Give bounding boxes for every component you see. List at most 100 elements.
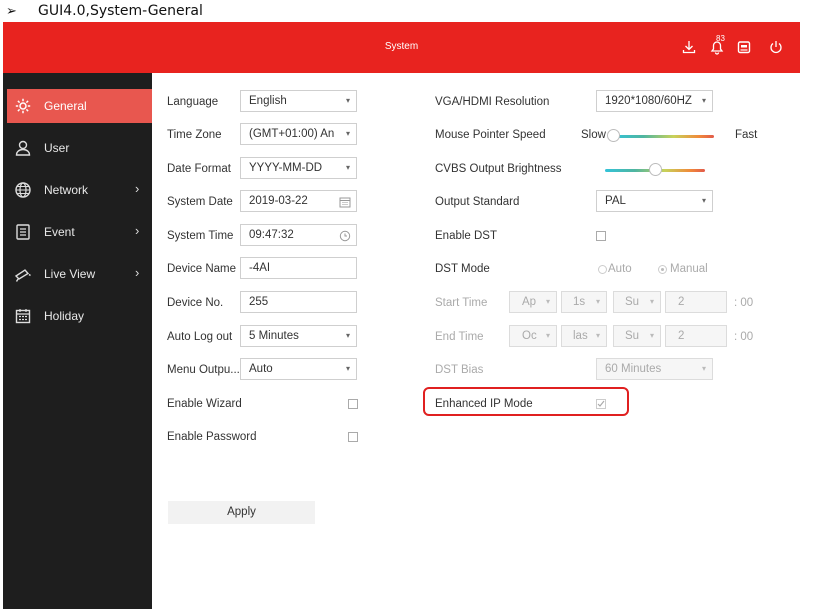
end-day-select[interactable]: Su ▾ bbox=[613, 325, 661, 347]
dropdown-arrow-icon: ▾ bbox=[595, 331, 600, 340]
end-time-label: End Time bbox=[435, 331, 484, 343]
dropdown-arrow-icon: ▾ bbox=[545, 331, 550, 340]
gear-icon bbox=[14, 97, 32, 115]
end-hour-value: 2 bbox=[678, 330, 685, 342]
device-name-value: -4AI bbox=[249, 262, 271, 274]
mouse-speed-slider[interactable] bbox=[613, 135, 714, 138]
dst-mode-auto-label: Auto bbox=[608, 263, 632, 275]
dropdown-arrow-icon: ▾ bbox=[701, 364, 706, 373]
enable-dst-checkbox[interactable] bbox=[596, 231, 606, 241]
sidebar-item-holiday[interactable]: Holiday bbox=[7, 299, 152, 333]
dropdown-arrow-icon: ▾ bbox=[345, 96, 350, 105]
start-hour-value: 2 bbox=[678, 296, 685, 308]
dst-bias-value: 60 Minutes bbox=[605, 363, 662, 375]
time-zone-select[interactable]: (GMT+01:00) An ▾ bbox=[240, 123, 357, 145]
sidebar-item-label: Holiday bbox=[44, 309, 85, 323]
language-value: English bbox=[249, 95, 287, 107]
start-day-value: Su bbox=[625, 296, 640, 308]
camera-icon bbox=[14, 265, 32, 283]
sidebar-item-label: User bbox=[44, 141, 70, 155]
dst-mode-manual-radio[interactable] bbox=[658, 265, 667, 274]
settings-panel: Language English ▾ Time Zone (GMT+01:00)… bbox=[152, 73, 800, 609]
start-week-value: 1s bbox=[573, 296, 586, 308]
sidebar-item-label: Event bbox=[44, 225, 75, 239]
bullet-arrow: ➢ bbox=[6, 3, 17, 18]
output-standard-value: PAL bbox=[605, 195, 626, 207]
enhanced-ip-mode-highlight bbox=[423, 387, 629, 416]
dst-bias-select[interactable]: 60 Minutes ▾ bbox=[596, 358, 713, 380]
sidebar-item-event[interactable]: Event › bbox=[7, 215, 152, 249]
sidebar-item-user[interactable]: User bbox=[7, 131, 152, 165]
dropdown-arrow-icon: ▾ bbox=[345, 163, 350, 172]
language-select[interactable]: English ▾ bbox=[240, 90, 357, 112]
start-month-value: Ap bbox=[522, 296, 537, 308]
dropdown-arrow-icon: ▾ bbox=[699, 91, 706, 111]
menu-output-value: Auto bbox=[249, 363, 273, 375]
dropdown-arrow-icon: ▾ bbox=[595, 297, 600, 306]
device-name-input[interactable]: -4AI bbox=[240, 257, 357, 279]
top-bar: System 83 bbox=[3, 22, 800, 73]
power-icon[interactable] bbox=[768, 39, 784, 55]
apply-button[interactable]: Apply bbox=[168, 501, 315, 524]
cvbs-brightness-slider-knob[interactable] bbox=[649, 163, 662, 176]
dropdown-arrow-icon: ▾ bbox=[345, 364, 350, 373]
language-label: Language bbox=[167, 96, 219, 108]
enable-password-label: Enable Password bbox=[167, 431, 257, 443]
menu-output-select[interactable]: Auto ▾ bbox=[240, 358, 357, 380]
start-minutes-label: : 00 bbox=[734, 297, 754, 309]
sidebar-item-label: Network bbox=[44, 183, 89, 197]
chevron-right-icon: › bbox=[135, 265, 140, 280]
device-no-input[interactable]: 255 bbox=[240, 291, 357, 313]
resolution-select[interactable]: 1920*1080/60HZ ▾ bbox=[596, 90, 713, 112]
start-week-select[interactable]: 1s ▾ bbox=[561, 291, 607, 313]
enable-wizard-checkbox[interactable] bbox=[348, 399, 358, 409]
sidebar-item-label: General bbox=[44, 99, 87, 113]
sidebar: General User Network › Event › Live View… bbox=[3, 73, 154, 609]
enable-password-checkbox[interactable] bbox=[348, 432, 358, 442]
end-hour-input[interactable]: 2 bbox=[665, 325, 727, 347]
calendar-icon[interactable] bbox=[339, 195, 351, 208]
resolution-value: 1920*1080/60HZ bbox=[605, 95, 692, 107]
system-date-value: 2019-03-22 bbox=[249, 195, 308, 207]
system-date-label: System Date bbox=[167, 196, 233, 208]
enable-dst-label: Enable DST bbox=[435, 230, 498, 242]
date-format-select[interactable]: YYYY-MM-DD ▾ bbox=[240, 157, 357, 179]
end-month-select[interactable]: Oc ▾ bbox=[509, 325, 557, 347]
document-heading: ➢ GUI4.0,System-General bbox=[0, 0, 824, 22]
sidebar-item-label: Live View bbox=[44, 267, 96, 281]
chevron-right-icon: › bbox=[135, 223, 140, 238]
device-name-label: Device Name bbox=[167, 263, 237, 275]
device-icon[interactable] bbox=[736, 39, 752, 55]
document-heading-text: GUI4.0,System-General bbox=[38, 3, 203, 19]
dst-mode-manual-label: Manual bbox=[670, 263, 708, 275]
dst-mode-auto-radio[interactable] bbox=[598, 265, 607, 274]
cvbs-brightness-label: CVBS Output Brightness bbox=[435, 163, 562, 175]
start-month-select[interactable]: Ap ▾ bbox=[509, 291, 557, 313]
user-icon bbox=[14, 139, 32, 157]
start-hour-input[interactable]: 2 bbox=[665, 291, 727, 313]
system-date-input[interactable]: 2019-03-22 bbox=[240, 190, 357, 212]
system-time-input[interactable]: 09:47:32 bbox=[240, 224, 357, 246]
resolution-label: VGA/HDMI Resolution bbox=[435, 96, 550, 108]
end-month-value: Oc bbox=[522, 330, 537, 342]
sidebar-item-live-view[interactable]: Live View › bbox=[7, 257, 152, 291]
start-day-select[interactable]: Su ▾ bbox=[613, 291, 661, 313]
alarm-count-badge: 83 bbox=[716, 34, 725, 43]
sidebar-item-general[interactable]: General bbox=[7, 89, 154, 123]
time-zone-label: Time Zone bbox=[167, 129, 222, 141]
dropdown-arrow-icon: ▾ bbox=[343, 124, 350, 144]
auto-logout-select[interactable]: 5 Minutes ▾ bbox=[240, 325, 357, 347]
download-icon[interactable] bbox=[681, 39, 697, 55]
clock-icon[interactable] bbox=[339, 229, 351, 242]
mouse-speed-slider-knob[interactable] bbox=[607, 129, 620, 142]
end-week-select[interactable]: las ▾ bbox=[561, 325, 607, 347]
sidebar-item-network[interactable]: Network › bbox=[7, 173, 152, 207]
output-standard-select[interactable]: PAL ▾ bbox=[596, 190, 713, 212]
system-time-value: 09:47:32 bbox=[249, 229, 294, 241]
slow-label: Slow bbox=[581, 129, 606, 141]
dropdown-arrow-icon: ▾ bbox=[701, 196, 706, 205]
dropdown-arrow-icon: ▾ bbox=[649, 331, 654, 340]
end-week-value: las bbox=[573, 330, 588, 342]
menu-output-label: Menu Outpu... bbox=[167, 364, 240, 376]
time-zone-value: (GMT+01:00) An bbox=[249, 128, 335, 140]
